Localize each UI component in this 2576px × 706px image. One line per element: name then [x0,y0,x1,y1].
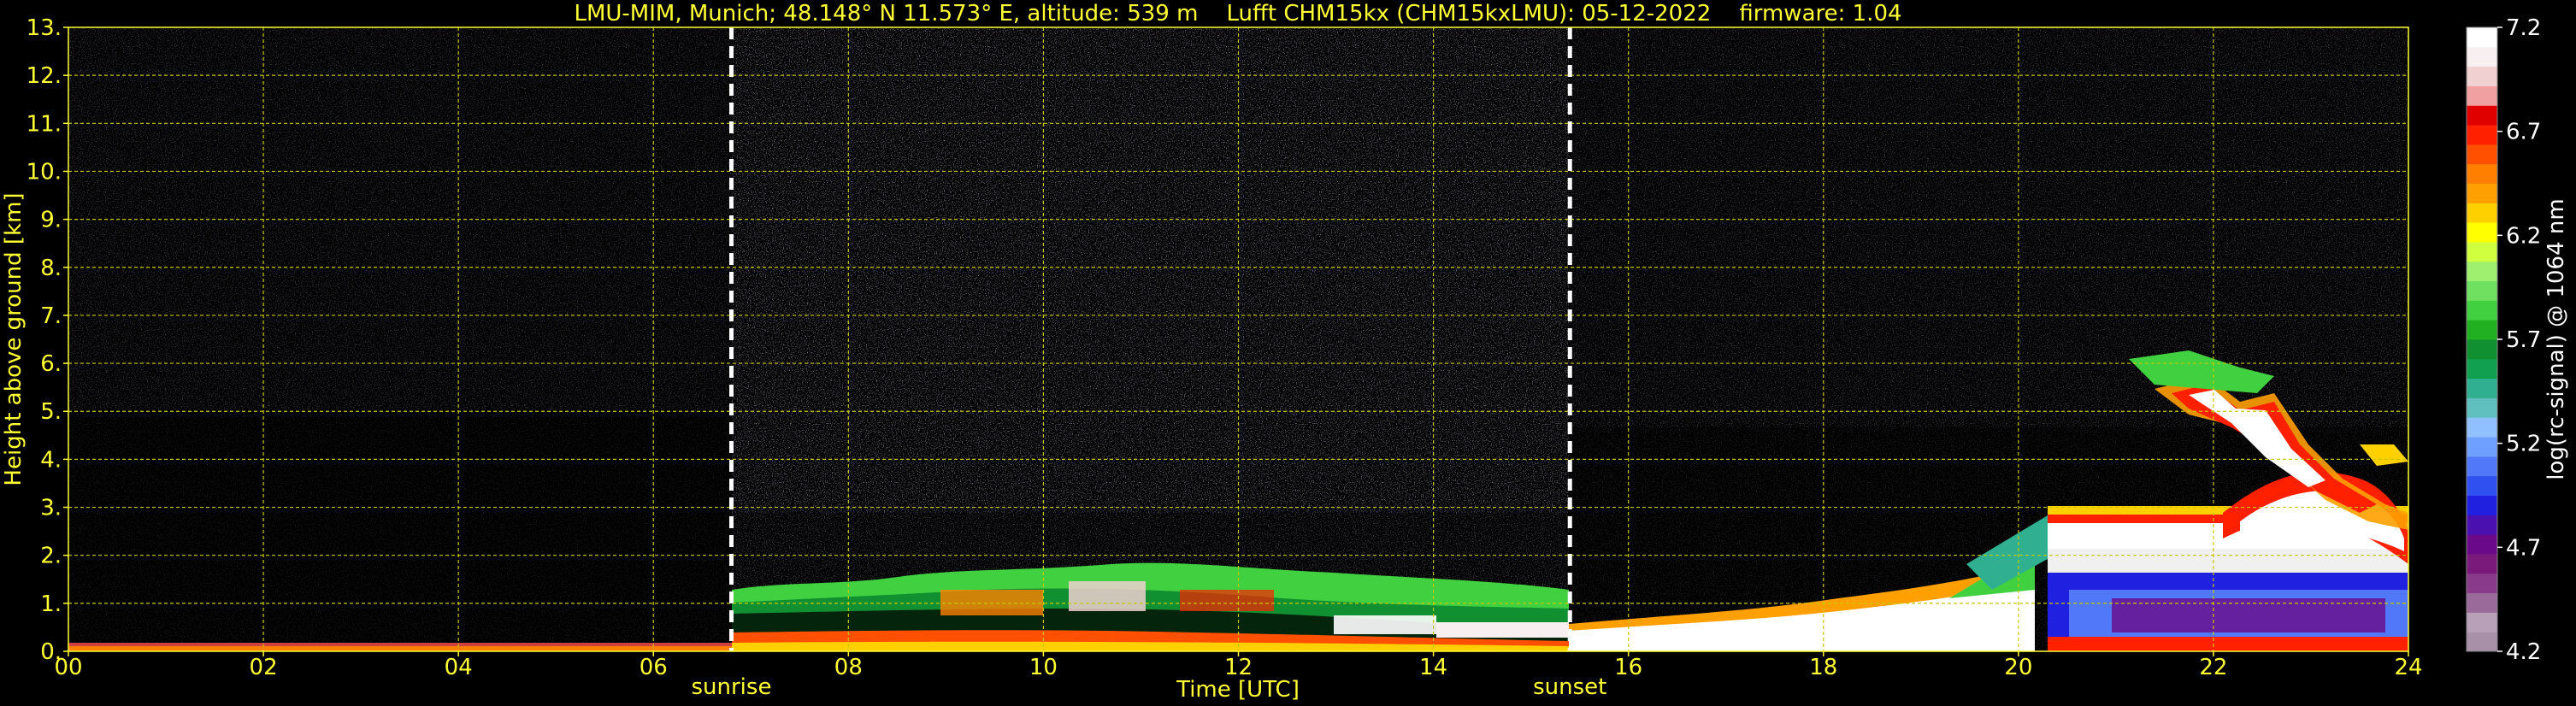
night-low-dark-left [68,410,732,651]
y-tick-label: 2. [40,544,62,569]
y-tick-label: 11. [27,111,62,137]
colorbar-ticks: 4.2 4.7 5.2 5.7 6.2 6.7 7.2 [2497,15,2541,665]
x-tick-label: 02 [250,655,278,680]
colorbar-segment [2467,573,2497,594]
colorbar-segment [2467,85,2497,106]
colorbar-tick-label: 7.2 [2506,15,2541,41]
colorbar-segment [2467,203,2497,223]
colorbar-segment [2467,358,2497,379]
colorbar-segment [2467,280,2497,301]
colorbar-segment [2467,163,2497,184]
colorbar-segment [2467,515,2497,535]
y-axis-ticks: 0. 1. 2. 3. 4. 5. 6. 7. 8. 9. 10. 11. 12. 13. [27,15,68,665]
colorbar-segment [2467,222,2497,243]
marker-label-sunrise: sunrise [691,674,771,700]
y-tick-label: 8. [40,256,62,281]
x-tick-label: 22 [2199,655,2227,680]
colorbar-segment [2467,437,2497,457]
colorbar-segment [2467,125,2497,145]
colorbar-segment [2467,456,2497,477]
y-tick-label: 1. [40,591,62,617]
colorbar-tick-label: 4.7 [2506,535,2541,561]
chart-title: LMU-MIM, Munich; 48.148° N 11.573° E, al… [574,1,1901,26]
colorbar-segment [2467,241,2497,262]
x-tick-label: 14 [1419,655,1447,680]
y-tick-label: 7. [40,303,62,329]
x-tick-label: 24 [2394,655,2422,680]
colorbar-segment [2467,183,2497,203]
y-axis-label: Height above ground [km] [1,192,27,485]
x-axis-label: Time [UTC] [1176,677,1300,703]
colorbar-segment [2467,378,2497,398]
colorbar-segment [2467,320,2497,340]
colorbar-segment [2467,27,2497,48]
colorbar-segment [2467,339,2497,360]
colorbar-segment [2467,105,2497,126]
colorbar-tick-label: 4.2 [2506,639,2541,665]
colorbar-segment [2467,553,2497,574]
colorbar-label: log(rc-signal) @ 1064 nm [2544,198,2569,479]
y-tick-label: 6. [40,351,62,377]
y-tick-label: 0. [40,639,62,665]
lidar-chart: sunrise sunset 00 02 04 06 08 10 12 14 16 18 20 22 24… [1,1,2569,703]
colorbar-segment [2467,417,2497,438]
y-tick-label: 10. [27,159,62,185]
colorbar-tick-label: 5.2 [2506,432,2541,457]
y-tick-label: 4. [40,447,62,473]
y-tick-label: 3. [40,496,62,521]
colorbar-segment [2467,397,2497,418]
colorbar-segment [2467,495,2497,515]
x-tick-label: 08 [834,655,863,680]
colorbar-tick-label: 5.7 [2506,327,2541,353]
x-tick-label: 04 [445,655,473,680]
x-tick-label: 16 [1614,655,1642,680]
colorbar-tick-label: 6.7 [2506,120,2541,145]
colorbar-segment [2467,46,2497,68]
colorbar-segment [2467,534,2497,555]
y-tick-label: 12. [27,63,62,89]
y-tick-label: 9. [40,208,62,233]
x-tick-label: 06 [640,655,668,680]
colorbar-segment [2467,66,2497,86]
colorbar-segment [2467,632,2497,652]
colorbar-segment [2467,261,2497,282]
colorbar-segment [2467,300,2497,321]
x-tick-label: 18 [1809,655,1837,680]
colorbar-segment [2467,612,2497,632]
colorbar-segment [2467,144,2497,165]
colorbar-tick-label: 6.2 [2506,223,2541,249]
x-tick-label: 20 [2004,655,2032,680]
y-tick-label: 5. [40,399,62,425]
colorbar-segment [2467,592,2497,613]
x-axis-ticks: 00 02 04 06 08 10 12 14 16 18 20 22 24 [54,651,2423,680]
colorbar [2467,27,2497,652]
colorbar-segment [2467,475,2497,496]
y-tick-label: 13. [27,15,62,41]
marker-label-sunset: sunset [1533,674,1606,700]
x-tick-label: 10 [1029,655,1058,680]
